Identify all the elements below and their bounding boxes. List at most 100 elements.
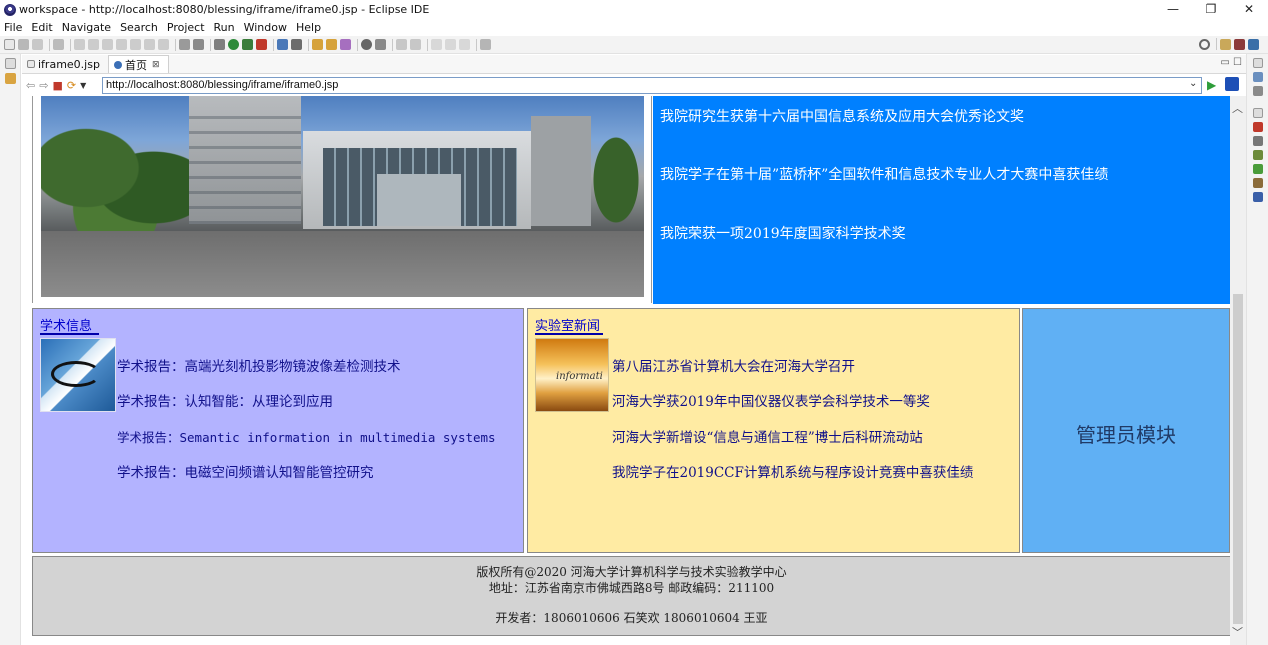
snippets-icon[interactable]	[1253, 178, 1263, 188]
annotation-icon[interactable]	[375, 39, 386, 50]
save-all-icon[interactable]	[32, 39, 43, 50]
run-icon[interactable]	[228, 39, 239, 50]
close-window-button[interactable]: ✕	[1230, 0, 1268, 19]
new-java-project-icon[interactable]	[277, 39, 288, 50]
toolbar-separator	[175, 38, 176, 51]
browser-icon	[113, 60, 122, 69]
servers-view-icon[interactable]	[1253, 150, 1263, 160]
next-annotation-icon[interactable]	[396, 39, 407, 50]
admin-module-link[interactable]: 管理员模块	[1023, 419, 1229, 448]
resume-icon[interactable]	[74, 39, 85, 50]
back-icon[interactable]	[445, 39, 456, 50]
step-return-icon[interactable]	[158, 39, 169, 50]
java-ee-perspective-icon[interactable]	[1234, 38, 1245, 50]
suspend-icon[interactable]	[88, 39, 99, 50]
console-icon[interactable]	[1253, 136, 1263, 146]
coverage-icon[interactable]	[242, 39, 253, 50]
academic-report-link[interactable]: 学术报告：Semantic information in multimedia …	[117, 427, 496, 446]
toolbar-separator	[308, 38, 309, 51]
new-package-icon[interactable]	[291, 39, 302, 50]
tab-homepage[interactable]: 首页 ⊠	[107, 55, 169, 73]
forward-icon[interactable]: ⇨	[39, 79, 48, 92]
save-icon[interactable]	[18, 39, 29, 50]
lab-news-title[interactable]: 实验室新闻	[535, 315, 600, 334]
scrollbar-thumb[interactable]	[1233, 294, 1243, 624]
problems-icon[interactable]	[1253, 122, 1263, 132]
step-over-icon[interactable]	[144, 39, 155, 50]
refresh-icon[interactable]: ⟳	[67, 79, 76, 92]
academic-report-link[interactable]: 学术报告：认知智能：从理论到应用	[117, 390, 333, 410]
page-scrollbar[interactable]: ︿ ﹀	[1230, 96, 1246, 645]
open-type-icon[interactable]	[312, 39, 323, 50]
lab-news-link[interactable]: 第八届江苏省计算机大会在河海大学召开	[612, 355, 855, 375]
academic-report-link[interactable]: 学术报告：电磁空间频谱认知智能管控研究	[117, 461, 374, 481]
scroll-down-icon[interactable]: ﹀	[1232, 624, 1243, 640]
new-icon[interactable]	[4, 39, 15, 50]
external-tools-icon[interactable]	[256, 39, 267, 50]
task-list-icon[interactable]	[1253, 86, 1263, 96]
servers-icon[interactable]	[179, 39, 190, 50]
back-icon[interactable]: ⇦	[26, 79, 35, 92]
project-explorer-icon[interactable]	[5, 73, 16, 84]
terminal-icon[interactable]	[1253, 192, 1263, 202]
terminate-icon[interactable]	[102, 39, 113, 50]
globe-icon[interactable]	[361, 39, 372, 50]
forward-icon[interactable]	[459, 39, 470, 50]
menu-run[interactable]: Run	[214, 21, 235, 34]
menu-navigate[interactable]: Navigate	[62, 21, 111, 34]
debug-icon[interactable]	[214, 39, 225, 50]
search-tool-icon[interactable]	[340, 39, 351, 50]
menu-file[interactable]: File	[4, 21, 22, 34]
headline-news-link[interactable]: 我院荣获一项2019年度国家科学技术奖	[660, 223, 906, 243]
restore-view-icon[interactable]	[1253, 108, 1263, 118]
url-dropdown-chevron-icon[interactable]: ⌄	[1189, 78, 1197, 89]
lab-news-link[interactable]: 河海大学新增设“信息与通信工程”博士后科研流动站	[612, 426, 923, 446]
nav-menu-chevron-icon[interactable]: ▼	[80, 81, 86, 90]
menu-help[interactable]: Help	[296, 21, 321, 34]
restore-button[interactable]: ❐	[1192, 0, 1230, 19]
menu-window[interactable]: Window	[244, 21, 287, 34]
close-tab-icon[interactable]: ⊠	[152, 60, 160, 70]
lab-news-link[interactable]: 河海大学获2019年中国仪器仪表学会科学技术一等奖	[612, 390, 930, 410]
toolbar-separator	[49, 38, 50, 51]
menu-edit[interactable]: Edit	[31, 21, 52, 34]
academic-report-link[interactable]: 学术报告：高端光刻机投影物镜波像差检测技术	[117, 355, 401, 375]
go-icon[interactable]: ▶	[1207, 78, 1216, 92]
disconnect-icon[interactable]	[116, 39, 127, 50]
java-perspective-icon[interactable]	[1248, 38, 1259, 50]
step-into-icon[interactable]	[130, 39, 141, 50]
editor-tab-bar: iframe0.jsp 首页 ⊠ ▭ ☐	[22, 55, 1246, 74]
window-title-bar: workspace - http://localhost:8080/blessi…	[0, 0, 1268, 19]
browser-nav-bar: ⇦ ⇨ ■ ⟳ ▼ http://localhost:8080/blessing…	[22, 75, 1246, 95]
tasks-icon[interactable]	[193, 39, 204, 50]
tab-iframe0-jsp[interactable]: iframe0.jsp	[22, 55, 108, 73]
search-icon[interactable]	[1199, 38, 1210, 50]
headline-news-link[interactable]: 我院研究生获第十六届中国信息系统及应用大会优秀论文奖	[660, 106, 1024, 126]
open-perspective-icon[interactable]	[1220, 38, 1231, 50]
toolbar-separator	[427, 38, 428, 51]
academic-info-title[interactable]: 学术信息	[40, 315, 92, 334]
lab-news-link[interactable]: 我院学子在2019CCF计算机系统与程序设计竞赛中喜获佳绩	[612, 461, 973, 481]
skip-breakpoints-icon[interactable]	[53, 39, 64, 50]
restore-view-icon[interactable]	[5, 58, 16, 69]
prev-annotation-icon[interactable]	[410, 39, 421, 50]
admin-module-panel[interactable]: 管理员模块	[1022, 308, 1230, 553]
section-underline	[535, 333, 603, 335]
menu-search[interactable]: Search	[120, 21, 158, 34]
minimize-button[interactable]: —	[1154, 0, 1192, 19]
restore-view-icon[interactable]	[1253, 58, 1263, 68]
open-task-icon[interactable]	[326, 39, 337, 50]
scroll-up-icon[interactable]: ︿	[1232, 100, 1243, 116]
footer-developers: 开发者：1806010606 石笑欢 1806010604 王亚	[495, 611, 768, 625]
pin-editor-icon[interactable]	[480, 39, 491, 50]
last-edit-icon[interactable]	[431, 39, 442, 50]
outline-icon[interactable]	[1253, 72, 1263, 82]
open-external-browser-icon[interactable]	[1225, 77, 1239, 91]
jsp-file-icon	[27, 60, 35, 68]
url-input[interactable]: http://localhost:8080/blessing/iframe/if…	[102, 77, 1202, 94]
minimize-maximize-editor-icons[interactable]: ▭ ☐	[1220, 57, 1242, 68]
menu-project[interactable]: Project	[167, 21, 205, 34]
stop-icon[interactable]: ■	[52, 79, 62, 92]
data-source-icon[interactable]	[1253, 164, 1263, 174]
headline-news-link[interactable]: 我院学子在第十届”蓝桥杯”全国软件和信息技术专业人才大赛中喜获佳绩	[660, 164, 1108, 184]
